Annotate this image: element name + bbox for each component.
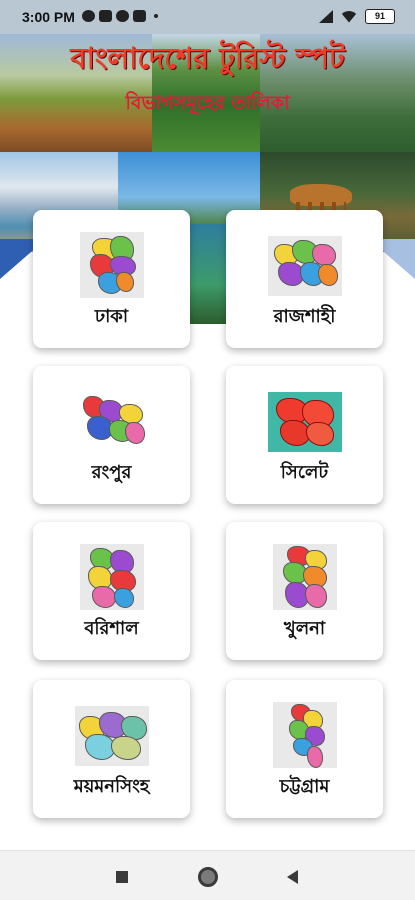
youtube-icon [133,10,146,22]
division-label: চট্টগ্রাম [279,776,330,797]
recent-apps-button[interactable] [116,871,128,883]
division-card-mymensingh[interactable]: ময়মনসিংহ [33,680,190,818]
division-card-dhaka[interactable]: ঢাকা [33,210,190,348]
division-label: রাজশাহী [273,306,336,327]
more-notifications-dot-icon [154,14,158,18]
division-card-chattogram[interactable]: চট্টগ্রাম [226,680,383,818]
division-label: সিলেট [280,462,329,483]
division-label: খুলনা [283,618,326,639]
division-label: ঢাকা [94,306,129,327]
division-card-rangpur[interactable]: রংপুর [33,366,190,504]
division-label: বরিশাল [84,618,139,639]
rajshahi-map-icon [267,236,342,296]
home-button[interactable] [198,867,218,887]
circle-icon [116,10,129,22]
back-button[interactable] [287,870,298,884]
barishal-map-icon [79,544,144,610]
division-label: রংপুর [91,462,132,483]
mymensingh-map-icon [74,706,149,766]
division-card-barishal[interactable]: বরিশাল [33,522,190,660]
division-card-rajshahi[interactable]: রাজশাহী [226,210,383,348]
division-card-khulna[interactable]: খুলনা [226,522,383,660]
sylhet-map-icon [267,392,342,452]
division-card-sylhet[interactable]: সিলেট [226,366,383,504]
chattogram-map-icon [272,702,337,768]
system-navigation-bar [0,850,415,900]
dhaka-map-icon [79,232,144,298]
status-bar: 3:00 PM 91 [0,0,415,34]
wifi-icon [341,11,357,23]
status-time: 3:00 PM [22,9,75,25]
khulna-map-icon [272,544,337,610]
sync-icon [82,10,95,22]
youtube-icon [99,10,112,22]
app-screen: 3:00 PM 91 বাংলাদেশের টুরিস্ট স্পট বিভাগ… [0,0,415,900]
battery-icon: 91 [365,9,395,24]
division-grid: ঢাকা রাজশাহী রংপুর সিলেট বরিশাল খুলনা ময… [0,0,415,850]
signal-icon [319,10,333,23]
rangpur-map-icon [75,392,149,452]
system-icons: 91 [319,9,395,24]
notification-icons [82,10,158,22]
division-label: ময়মনসিংহ [73,776,150,797]
